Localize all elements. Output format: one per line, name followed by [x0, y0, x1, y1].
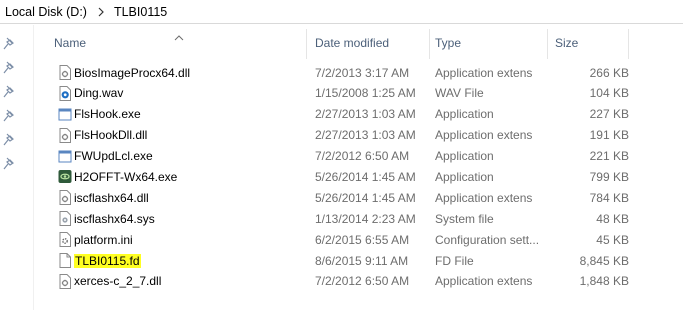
file-date: 1/15/2008 1:25 AM — [315, 86, 416, 101]
file-date: 7/2/2012 6:50 AM — [315, 149, 410, 164]
file-name-text: H2OFFT-Wx64.exe — [74, 169, 178, 184]
file-date: 6/2/2015 6:55 AM — [315, 232, 410, 247]
file-type: Configuration sett... — [435, 232, 540, 247]
file-date: 8/6/2015 9:11 AM — [315, 253, 409, 268]
file-type: Application — [435, 107, 494, 122]
pin-icon[interactable] — [3, 85, 15, 99]
file-name-text: iscflashx64.dll — [74, 190, 149, 205]
file-type: Application extens — [435, 128, 533, 143]
column-header-size[interactable]: Size — [555, 25, 625, 61]
file-type: Application — [435, 169, 494, 184]
file-type: System file — [435, 211, 494, 226]
pin-icon[interactable] — [3, 109, 15, 123]
file-size: 1,848 KB — [579, 274, 629, 289]
breadcrumb-item-drive[interactable]: Local Disk (D:) — [5, 5, 87, 19]
file-type: Application extens — [435, 190, 533, 205]
file-date: 5/26/2014 1:45 AM — [315, 169, 416, 184]
file-size: 784 KB — [589, 190, 629, 205]
file-size: 104 KB — [589, 86, 629, 101]
file-type: FD File — [435, 253, 474, 268]
file-name-text-highlighted: TLBI0115.fd — [74, 253, 141, 268]
file-name: FlsHookDll.dll — [56, 125, 306, 146]
file-size: 799 KB — [589, 169, 629, 184]
file-row[interactable]: iscflashx64.sys 1/13/2014 2:23 AM System… — [34, 208, 683, 229]
file-size: 48 KB — [596, 211, 629, 226]
quick-access-pins — [0, 25, 20, 310]
file-name: TLBI0115.fd — [56, 250, 306, 271]
pin-icon[interactable] — [3, 157, 15, 171]
file-name: FlsHook.exe — [56, 104, 306, 125]
column-divider[interactable] — [628, 29, 629, 59]
file-type: WAV File — [435, 86, 484, 101]
pin-icon[interactable] — [3, 61, 15, 75]
file-size: 8,845 KB — [579, 253, 629, 268]
file-name-text: FlsHookDll.dll — [74, 128, 148, 143]
column-divider[interactable] — [429, 29, 430, 59]
pin-icon[interactable] — [3, 133, 15, 147]
file-row[interactable]: FlsHook.exe 2/27/2013 1:03 AM Applicatio… — [34, 104, 683, 125]
file-row[interactable]: H2OFFT-Wx64.exe 5/26/2014 1:45 AM Applic… — [34, 166, 683, 187]
file-name: iscflashx64.sys — [56, 208, 306, 229]
file-row[interactable]: TLBI0115.fd 8/6/2015 9:11 AM FD File 8,8… — [34, 250, 683, 271]
breadcrumb-item-folder[interactable]: TLBI0115 — [114, 5, 167, 19]
file-name-text: xerces-c_2_7.dll — [74, 274, 162, 289]
column-header-row: Name Date modified Type Size — [34, 25, 683, 61]
file-name: platform.ini — [56, 229, 306, 250]
file-size: 45 KB — [596, 232, 629, 247]
file-row[interactable]: iscflashx64.dll 5/26/2014 1:45 AM Applic… — [34, 187, 683, 208]
file-row[interactable]: xerces-c_2_7.dll 7/2/2012 6:50 AM Applic… — [34, 271, 683, 292]
file-name: iscflashx64.dll — [56, 187, 306, 208]
file-name: BiosImageProcx64.dll — [56, 62, 306, 83]
file-name-text: FlsHook.exe — [74, 107, 141, 122]
chevron-right-icon[interactable] — [94, 5, 108, 19]
file-name-text: FWUpdLcl.exe — [74, 149, 153, 164]
file-row[interactable]: platform.ini 6/2/2015 6:55 AM Configurat… — [34, 229, 683, 250]
file-name: FWUpdLcl.exe — [56, 146, 306, 167]
file-date: 1/13/2014 2:23 AM — [315, 211, 416, 226]
column-header-name[interactable]: Name — [54, 25, 304, 61]
file-date: 2/27/2013 1:03 AM — [315, 128, 416, 143]
file-row[interactable]: FlsHookDll.dll 2/27/2013 1:03 AM Applica… — [34, 125, 683, 146]
file-date: 7/2/2012 6:50 AM — [315, 274, 410, 289]
file-name-text: Ding.wav — [74, 86, 124, 101]
file-type: Application extens — [435, 65, 533, 80]
file-name-text: BiosImageProcx64.dll — [74, 65, 191, 80]
file-name: Ding.wav — [56, 83, 306, 104]
column-divider[interactable] — [306, 29, 307, 59]
file-list: BiosImageProcx64.dll 7/2/2013 3:17 AM Ap… — [34, 62, 683, 292]
file-date: 5/26/2014 1:45 AM — [315, 190, 416, 205]
file-name-wrap: TLBI0115.fd — [56, 253, 141, 268]
file-size: 227 KB — [589, 107, 629, 122]
file-date: 2/27/2013 1:03 AM — [315, 107, 416, 122]
column-divider[interactable] — [547, 29, 548, 59]
file-size: 221 KB — [589, 149, 629, 164]
file-row[interactable]: BiosImageProcx64.dll 7/2/2013 3:17 AM Ap… — [34, 62, 683, 83]
file-explorer: Local Disk (D:) TLBI0115 Name Date modif… — [0, 0, 683, 310]
file-name-text: platform.ini — [74, 232, 133, 247]
file-name: xerces-c_2_7.dll — [56, 271, 306, 292]
column-header-date[interactable]: Date modified — [315, 25, 430, 61]
file-name-text: iscflashx64.sys — [74, 211, 155, 226]
file-type: Application extens — [435, 274, 533, 289]
file-row[interactable]: Ding.wav 1/15/2008 1:25 AM WAV File 104 … — [34, 83, 683, 104]
file-name: H2OFFT-Wx64.exe — [56, 166, 306, 187]
file-row[interactable]: FWUpdLcl.exe 7/2/2012 6:50 AM Applicatio… — [34, 146, 683, 167]
breadcrumb: Local Disk (D:) TLBI0115 — [0, 0, 683, 24]
file-size: 266 KB — [589, 65, 629, 80]
file-date: 7/2/2013 3:17 AM — [315, 65, 410, 80]
file-type: Application — [435, 149, 494, 164]
pin-icon[interactable] — [3, 37, 15, 51]
file-size: 191 KB — [589, 128, 629, 143]
column-header-type[interactable]: Type — [435, 25, 545, 61]
